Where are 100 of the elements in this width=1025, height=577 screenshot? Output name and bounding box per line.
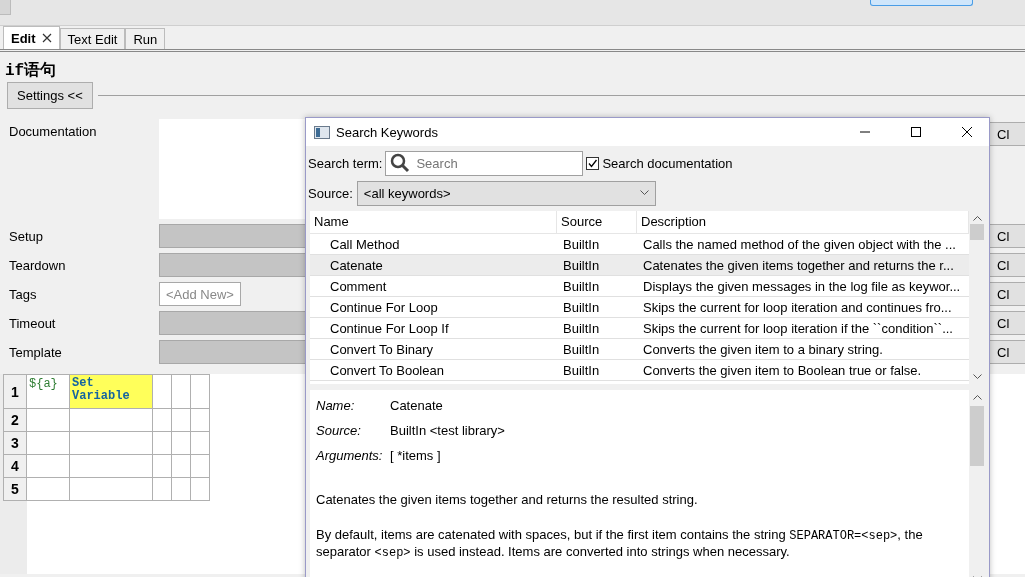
grid-cell[interactable] [152, 477, 172, 501]
grid-cell[interactable] [190, 374, 210, 409]
tab[interactable]: Run [125, 28, 166, 49]
grid-cell[interactable] [26, 408, 70, 432]
keyword-source: BuiltIn [562, 341, 601, 357]
column-header[interactable]: Name [310, 211, 557, 233]
keyword-description: Skips the current for loop iteration if the ``condition``... [642, 320, 954, 336]
keyword-source: BuiltIn [562, 236, 601, 252]
tab[interactable]: Edit [3, 26, 60, 49]
clear-button[interactable]: Cl [988, 282, 1025, 306]
grid-cell[interactable] [69, 454, 153, 478]
scrollbar-thumb[interactable] [970, 224, 984, 240]
setting-label: Documentation [8, 123, 98, 139]
row-number: 1 [3, 374, 27, 409]
documentation-text: By default, items are catenated with spaces, but if the first item contains the string SEPARATOR=<sep>, the separator <sep> is used instead. Items are converted into strings when necessary. [316, 526, 924, 560]
keyword-name: Comment [329, 278, 388, 294]
documentation-text: Catenates the given items together and returns the resulted string. [316, 491, 699, 508]
keyword-description: Catenates the given items together and returns the r... [642, 257, 955, 273]
detail-value: [ *items ] [390, 448, 441, 465]
keyword-source: BuiltIn [562, 320, 601, 336]
column-header[interactable]: Source [557, 211, 637, 233]
settings-button[interactable]: Settings << [7, 82, 93, 109]
grid-cell[interactable] [26, 454, 70, 478]
row-number: 3 [3, 431, 27, 455]
grid-cell[interactable] [190, 408, 210, 432]
clear-button[interactable]: Cl [988, 311, 1025, 335]
setting-label: Timeout [8, 315, 57, 331]
checkbox-label[interactable]: Search documentation [602, 155, 733, 171]
grid-cell[interactable] [190, 454, 210, 478]
detail-label: Source: [316, 423, 362, 440]
tab[interactable]: Text Edit [59, 28, 126, 49]
field-label: Search term: [308, 155, 383, 171]
grid-cell[interactable] [152, 431, 172, 455]
keyword-name: Call Method [329, 236, 401, 252]
grid-cell[interactable] [190, 477, 210, 501]
keyword-source: BuiltIn [562, 299, 601, 315]
row-number: 2 [3, 408, 27, 432]
keyword-name: Continue For Loop [329, 299, 439, 315]
grid-cell[interactable] [26, 431, 70, 455]
add-tag-button[interactable]: <Add New> [159, 282, 241, 306]
clear-button[interactable]: Cl [988, 340, 1025, 364]
grid-cell[interactable] [171, 374, 191, 409]
toolbar-button[interactable] [870, 0, 973, 6]
clear-button[interactable]: Cl [988, 224, 1025, 248]
grid-cell[interactable] [26, 477, 70, 501]
search-icon [390, 153, 411, 173]
grid-cell[interactable] [69, 477, 153, 501]
clear-button[interactable]: Cl [988, 253, 1025, 277]
setting-label: Teardown [8, 257, 67, 273]
grid-cell[interactable] [171, 454, 191, 478]
grid-cell[interactable] [69, 431, 153, 455]
keyword-row[interactable]: Comment BuiltIn Displays the given messages in the log file as keywor... [310, 276, 969, 297]
grid-cell[interactable] [171, 431, 191, 455]
keyword-name: Continue For Loop If [329, 320, 450, 336]
chevron-up-icon [972, 394, 982, 400]
grid-cell[interactable] [171, 477, 191, 501]
detail-label: Arguments: [316, 448, 384, 465]
keyword-source: BuiltIn [562, 257, 601, 273]
keyword-source: BuiltIn [562, 362, 601, 378]
detail-label: Name: [316, 398, 356, 415]
keyword-description: Calls the named method of the given object with the ... [642, 236, 957, 252]
grid-cell[interactable] [69, 408, 153, 432]
checkbox[interactable] [586, 156, 600, 170]
test-title: if语句 [4, 61, 58, 80]
keyword-description: Displays the given messages in the log file as keywor... [642, 278, 962, 294]
grid-cell[interactable] [190, 431, 210, 455]
chevron-up-icon [972, 215, 982, 221]
window-title: Search Keywords [336, 124, 439, 140]
grid-cell[interactable] [152, 408, 172, 432]
keyword-description: Skips the current for loop iteration and continues fro... [642, 299, 953, 315]
check-icon [587, 157, 599, 169]
close-icon[interactable] [41, 33, 52, 43]
scrollbar-thumb[interactable] [970, 406, 984, 466]
keyword-name: Convert To Binary [329, 341, 435, 357]
setting-label: Setup [8, 228, 44, 244]
clear-button[interactable]: Cl [988, 122, 1025, 146]
source-dropdown[interactable]: <all keywords> [356, 180, 656, 206]
keyword-row[interactable]: Catenate BuiltIn Catenates the given items together and returns the r... [310, 255, 969, 276]
keyword-name: Catenate [329, 257, 384, 273]
maximize-icon[interactable] [909, 126, 922, 138]
keyword-row[interactable]: Convert To Binary BuiltIn Converts the given item to a binary string. [310, 339, 969, 360]
setting-label: Tags [8, 286, 38, 302]
keyword-row[interactable]: Convert To Boolean BuiltIn Converts the given item to Boolean true or false. [310, 360, 969, 381]
grid-cell[interactable] [152, 454, 172, 478]
keyword-source: BuiltIn [562, 278, 601, 294]
grid-cell[interactable] [152, 374, 172, 409]
close-icon[interactable] [960, 126, 973, 138]
grid-cell[interactable]: Set Variable [69, 374, 153, 409]
search-field[interactable]: Search [416, 152, 579, 174]
chevron-down-icon [972, 374, 982, 380]
search-box[interactable]: Search [385, 150, 584, 176]
keyword-row[interactable]: Continue For Loop BuiltIn Skips the current for loop iteration and continues fro... [310, 297, 969, 318]
detail-value: BuiltIn <test library> [390, 423, 505, 440]
grid-cell[interactable] [171, 408, 191, 432]
row-number: 5 [3, 477, 27, 501]
grid-cell[interactable]: ${a} [26, 374, 70, 409]
keyword-name: Convert To Boolean [329, 362, 445, 378]
window-icon [314, 125, 330, 139]
field-label: Source: [308, 185, 353, 201]
keyword-row[interactable]: Continue For Loop If BuiltIn Skips the current for loop iteration if the ``condition``... [310, 318, 969, 339]
